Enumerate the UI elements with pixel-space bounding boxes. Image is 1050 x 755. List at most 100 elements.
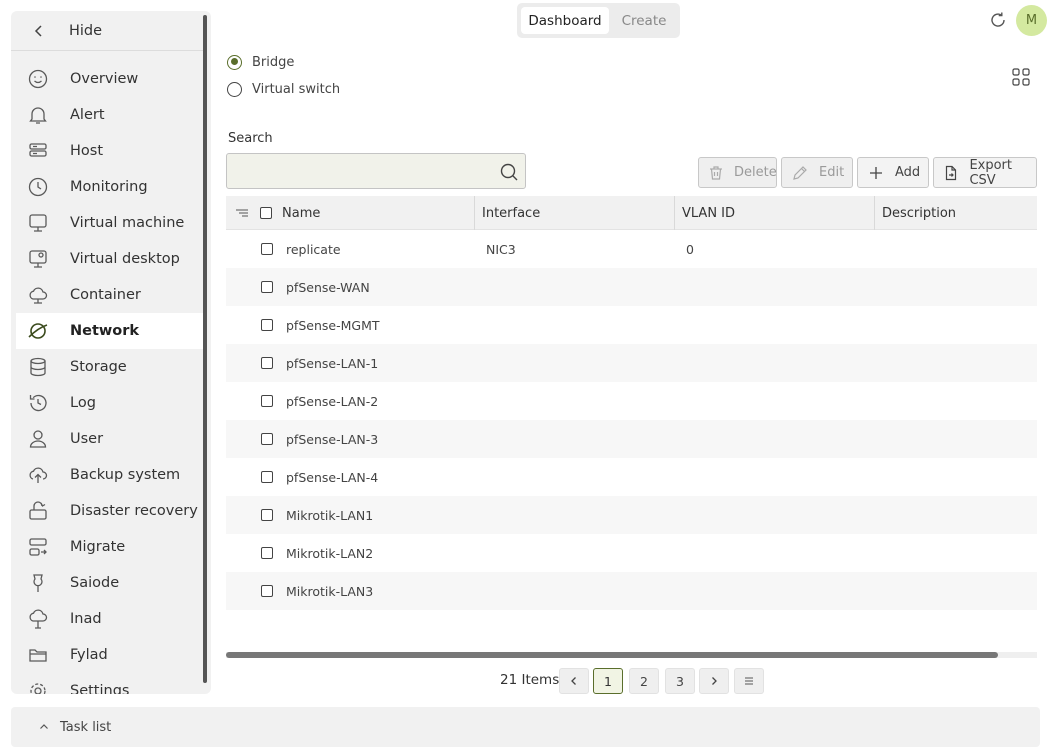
delete-label: Delete (734, 165, 777, 180)
cell-name: pfSense-LAN-2 (286, 393, 379, 409)
sidebar-item-migrate[interactable]: Migrate (11, 529, 203, 565)
sidebar-item-fylad[interactable]: Fylad (11, 637, 203, 673)
column-vlan-id[interactable]: VLAN ID (682, 196, 735, 230)
table-row[interactable]: Mikrotik-LAN1 (226, 496, 1037, 534)
monitor-icon (25, 210, 51, 236)
horizontal-scrollbar-thumb[interactable] (226, 652, 998, 658)
column-divider[interactable] (874, 196, 875, 230)
select-all-checkbox[interactable] (260, 196, 272, 230)
table-row[interactable]: pfSense-LAN-1 (226, 344, 1037, 382)
sidebar-item-label: Inad (70, 611, 102, 627)
row-checkbox[interactable] (261, 344, 273, 382)
page-1-button[interactable]: 1 (593, 668, 623, 694)
sidebar-item-label: Saiode (70, 575, 120, 591)
radio-virtual-switch-indicator[interactable] (227, 81, 242, 97)
smiley-icon (25, 66, 51, 92)
sidebar-item-virtual-desktop[interactable]: Virtual desktop (11, 241, 203, 277)
row-checkbox[interactable] (261, 382, 273, 420)
row-checkbox[interactable] (261, 420, 273, 458)
radio-bridge[interactable]: Bridge (227, 52, 294, 72)
cell-name: pfSense-LAN-4 (286, 469, 379, 485)
task-list-bar[interactable]: Task list (11, 707, 1040, 747)
sidebar-item-user[interactable]: User (11, 421, 203, 457)
search-label: Search (228, 131, 273, 146)
add-button[interactable]: Add (857, 157, 929, 188)
sidebar-item-monitoring[interactable]: Monitoring (11, 169, 203, 205)
row-checkbox[interactable] (261, 268, 273, 306)
table-row[interactable]: pfSense-MGMT (226, 306, 1037, 344)
add-label: Add (895, 165, 921, 180)
cell-name: pfSense-WAN (286, 279, 370, 295)
table-row[interactable]: Mikrotik-LAN2 (226, 534, 1037, 572)
radio-bridge-indicator[interactable] (227, 54, 242, 70)
table-row[interactable]: Mikrotik-LAN3 (226, 572, 1037, 610)
column-divider[interactable] (674, 196, 675, 230)
row-checkbox[interactable] (261, 496, 273, 534)
column-settings-icon[interactable] (234, 196, 250, 230)
migrate-icon (25, 534, 51, 560)
sidebar-scrollbar[interactable] (203, 15, 207, 683)
sidebar-item-backup-system[interactable]: Backup system (11, 457, 203, 493)
tab-create[interactable]: Create (612, 7, 676, 34)
table-row[interactable]: pfSense-LAN-3 (226, 420, 1037, 458)
prev-page-button[interactable] (559, 668, 589, 694)
hide-sidebar-button[interactable]: Hide (11, 11, 203, 51)
sidebar-item-disaster-recovery[interactable]: Disaster recovery (11, 493, 203, 529)
horizontal-scrollbar[interactable] (226, 652, 1037, 658)
page-size-button[interactable] (734, 668, 764, 694)
sidebar-item-overview[interactable]: Overview (11, 61, 203, 97)
radio-virtual-switch[interactable]: Virtual switch (227, 79, 340, 99)
table-row[interactable]: pfSense-LAN-4 (226, 458, 1037, 496)
sidebar-item-label: Virtual desktop (70, 251, 180, 267)
table-row[interactable]: replicate NIC3 0 (226, 230, 1037, 268)
column-interface[interactable]: Interface (482, 196, 540, 230)
sidebar-item-alert[interactable]: Alert (11, 97, 203, 133)
column-divider[interactable] (474, 196, 475, 230)
sidebar-item-virtual-machine[interactable]: Virtual machine (11, 205, 203, 241)
task-list-label: Task list (60, 719, 112, 735)
delete-button[interactable]: Delete (698, 157, 777, 188)
table-row[interactable]: pfSense-LAN-2 (226, 382, 1037, 420)
clock-icon (25, 174, 51, 200)
row-checkbox[interactable] (261, 534, 273, 572)
chevron-left-icon (25, 24, 53, 38)
edit-button[interactable]: Edit (781, 157, 853, 188)
sidebar-item-container[interactable]: Container (11, 277, 203, 313)
column-name[interactable]: Name (282, 196, 320, 230)
page-2-button[interactable]: 2 (629, 668, 659, 694)
refresh-icon[interactable] (989, 11, 1007, 29)
sidebar-item-label: Host (70, 143, 104, 159)
next-page-button[interactable] (699, 668, 729, 694)
cell-name: Mikrotik-LAN2 (286, 545, 374, 561)
grid-view-icon[interactable] (1011, 67, 1031, 87)
sidebar-item-log[interactable]: Log (11, 385, 203, 421)
sidebar-item-label: User (70, 431, 104, 447)
page-3-button[interactable]: 3 (665, 668, 695, 694)
row-checkbox[interactable] (261, 458, 273, 496)
search-input[interactable] (235, 161, 495, 181)
desktop-icon (25, 246, 51, 272)
column-description[interactable]: Description (882, 196, 956, 230)
sidebar-item-label: Log (70, 395, 96, 411)
export-csv-button[interactable]: Export CSV (933, 157, 1037, 188)
sidebar-item-label: Disaster recovery (70, 503, 198, 519)
sidebar-item-network[interactable]: Network (16, 313, 203, 349)
view-tabs: Dashboard Create (517, 3, 680, 38)
row-checkbox[interactable] (261, 572, 273, 610)
tab-dashboard[interactable]: Dashboard (521, 7, 609, 34)
sidebar-item-label: Container (70, 287, 141, 303)
user-icon (25, 426, 51, 452)
sidebar-item-saiode[interactable]: Saiode (11, 565, 203, 601)
sidebar-item-inad[interactable]: Inad (11, 601, 203, 637)
row-checkbox[interactable] (261, 230, 273, 268)
sidebar-item-settings[interactable]: Settings (11, 673, 203, 694)
sidebar-item-storage[interactable]: Storage (11, 349, 203, 385)
sidebar-nav: Overview Alert Host Monitoring Virtual machi… (11, 61, 203, 694)
search-icon[interactable] (499, 162, 519, 182)
sidebar-item-host[interactable]: Host (11, 133, 203, 169)
row-checkbox[interactable] (261, 306, 273, 344)
table-row[interactable]: pfSense-WAN (226, 268, 1037, 306)
avatar[interactable]: M (1016, 5, 1047, 36)
cell-name: Mikrotik-LAN3 (286, 583, 374, 599)
radio-bridge-label: Bridge (252, 54, 295, 70)
